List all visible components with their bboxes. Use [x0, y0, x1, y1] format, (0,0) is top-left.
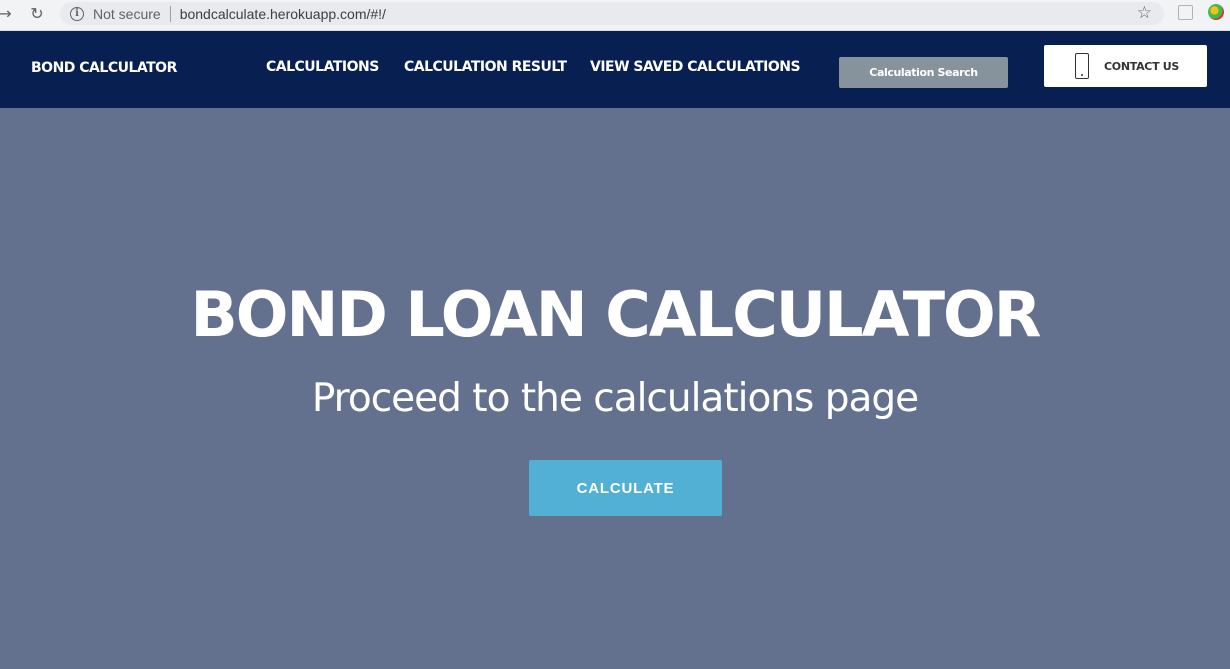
hero-subtitle: Proceed to the calculations page	[311, 376, 919, 421]
browser-toolbar: → ↻ i Not secure bondcalculate.herokuapp…	[0, 0, 1230, 31]
hero-title: BOND LOAN CALCULATOR	[190, 278, 1042, 351]
contact-us-button[interactable]: CONTACT US	[1044, 45, 1207, 87]
site-navbar: BOND CALCULATOR CALCULATIONS CALCULATION…	[0, 31, 1230, 108]
profile-extension-icon[interactable]	[1208, 4, 1224, 20]
reload-icon[interactable]: ↻	[28, 4, 46, 23]
calculate-button[interactable]: CALCULATE	[529, 460, 722, 516]
calculation-search-button[interactable]: Calculation Search	[839, 57, 1008, 88]
phone-icon	[1075, 53, 1089, 79]
nav-link-view-saved-calculations[interactable]: VIEW SAVED CALCULATIONS	[590, 59, 801, 75]
nav-link-calculation-result[interactable]: CALCULATION RESULT	[404, 59, 567, 75]
brand-logo[interactable]: BOND CALCULATOR	[31, 60, 177, 76]
nav-link-calculations[interactable]: CALCULATIONS	[266, 59, 379, 75]
address-bar[interactable]: i Not secure bondcalculate.herokuapp.com…	[60, 2, 1164, 25]
address-divider	[169, 5, 171, 22]
star-icon[interactable]: ☆	[1137, 3, 1152, 23]
extension-icon[interactable]	[1178, 5, 1193, 20]
hero-section: BOND LOAN CALCULATOR Proceed to the calc…	[0, 108, 1230, 669]
info-icon[interactable]: i	[70, 6, 84, 21]
security-label[interactable]: Not secure	[93, 6, 161, 22]
back-arrow-icon[interactable]: →	[0, 4, 14, 23]
contact-us-label: CONTACT US	[1104, 59, 1180, 73]
url-text[interactable]: bondcalculate.herokuapp.com/#!/	[180, 6, 386, 22]
